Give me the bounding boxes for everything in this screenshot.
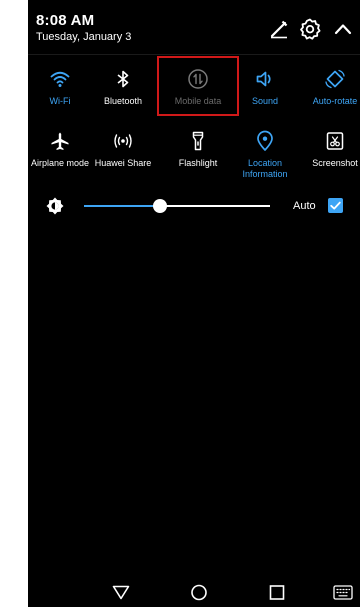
tile-bluetooth[interactable]: Bluetooth (90, 68, 156, 107)
auto-brightness-label: Auto (293, 200, 316, 212)
auto-brightness-checkbox[interactable] (328, 198, 343, 213)
tile-sound-label: Sound (251, 96, 279, 106)
flashlight-icon (187, 130, 209, 152)
settings-gear-icon[interactable] (298, 17, 322, 41)
brightness-slider-thumb[interactable] (153, 199, 167, 213)
tile-bluetooth-label: Bluetooth (103, 96, 143, 106)
brightness-slider[interactable] (84, 196, 270, 216)
tile-huawei-share[interactable]: Huawei Share (90, 130, 156, 169)
home-icon[interactable] (188, 581, 210, 603)
tile-auto-rotate[interactable]: Auto-rotate (302, 68, 360, 107)
tile-mobile-data[interactable]: Mobile data (165, 68, 231, 107)
clock-time: 8:08 AM (36, 12, 95, 29)
keyboard-icon[interactable] (332, 581, 354, 603)
tile-wifi[interactable]: Wi-Fi (28, 68, 93, 107)
airplane-icon (49, 130, 71, 152)
quick-settings-panel: 8:08 AM Tuesday, January 3 Wi-Fi Bluetoo… (28, 0, 360, 607)
sound-icon (254, 68, 276, 90)
collapse-chevron-up-icon[interactable] (331, 17, 355, 41)
location-icon (254, 130, 276, 152)
brightness-icon (46, 197, 64, 215)
tile-wifi-label: Wi-Fi (49, 96, 71, 106)
navigation-bar (28, 576, 360, 607)
tile-screenshot-label: Screenshot (312, 158, 358, 168)
tile-airplane-mode-label: Airplane mode (30, 158, 90, 168)
auto-rotate-icon (324, 68, 346, 90)
tile-location-information-label: Location Information (242, 158, 288, 179)
tile-auto-rotate-label: Auto-rotate (312, 96, 358, 106)
tile-mobile-data-label: Mobile data (174, 96, 222, 106)
tile-flashlight-label: Flashlight (178, 158, 218, 168)
edit-icon[interactable] (267, 17, 291, 41)
header-divider (28, 54, 360, 55)
tile-huawei-share-label: Huawei Share (94, 158, 152, 168)
tile-sound[interactable]: Sound (232, 68, 298, 107)
tile-flashlight[interactable]: Flashlight (165, 130, 231, 169)
screenshot-icon (324, 130, 346, 152)
bluetooth-icon (112, 68, 134, 90)
huawei-share-icon (112, 130, 134, 152)
mobile-data-icon (187, 68, 209, 90)
tile-location-information[interactable]: Location Information (232, 130, 298, 180)
date-text: Tuesday, January 3 (36, 31, 132, 43)
recents-icon[interactable] (266, 581, 288, 603)
wifi-icon (49, 68, 71, 90)
brightness-slider-fill (84, 205, 160, 207)
tile-airplane-mode[interactable]: Airplane mode (28, 130, 93, 169)
tile-screenshot[interactable]: Screenshot (302, 130, 360, 169)
back-icon[interactable] (110, 581, 132, 603)
